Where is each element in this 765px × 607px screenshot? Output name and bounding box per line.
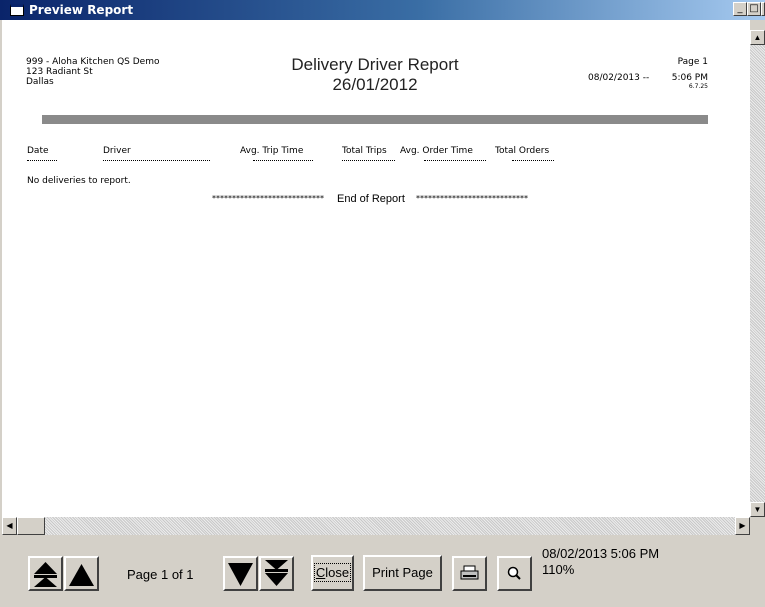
close-label-rest: lose [325, 565, 350, 580]
report-title: Delivery Driver Report [291, 55, 459, 74]
double-down-triangle-icon [265, 560, 288, 586]
printed-time: 5:06 PM [671, 73, 708, 83]
end-stars-right: **************************** [416, 194, 528, 203]
column-date: Date [27, 146, 49, 156]
column-underline [424, 160, 486, 161]
report-date: 26/01/2012 [332, 75, 418, 94]
print-page-button[interactable]: Print Page [363, 555, 442, 591]
close-button[interactable]: Close [311, 555, 354, 591]
vertical-scrollbar[interactable]: ▲ ▼ [750, 30, 765, 517]
column-driver: Driver [103, 146, 131, 156]
scroll-right-button[interactable]: ▶ [735, 517, 750, 535]
close-window-button[interactable] [761, 2, 765, 16]
print-button[interactable] [452, 556, 487, 591]
store-name: 999 - Aloha Kitchen QS Demo [26, 57, 160, 67]
scroll-left-button[interactable]: ◀ [2, 517, 17, 535]
scroll-down-button[interactable]: ▼ [750, 502, 765, 517]
column-avg-trip-time: Avg. Trip Time [240, 146, 304, 156]
header-divider-bar [42, 115, 708, 124]
magnifier-icon [507, 566, 521, 580]
page-number: Page 1 [677, 57, 708, 67]
store-city: Dallas [26, 77, 54, 87]
next-page-button[interactable] [223, 556, 258, 591]
printer-icon [460, 565, 479, 580]
minimize-button[interactable]: _ [733, 2, 747, 16]
end-stars-left: **************************** [212, 194, 324, 203]
window-icon [10, 4, 24, 16]
zoom-button[interactable] [497, 556, 532, 591]
last-page-button[interactable] [259, 556, 294, 591]
horizontal-scroll-thumb[interactable] [17, 517, 45, 535]
double-up-triangle-icon [34, 562, 57, 587]
first-page-button[interactable] [28, 556, 63, 591]
close-mnemonic: C [315, 565, 326, 580]
store-address: 123 Radiant St [26, 67, 93, 77]
column-underline [103, 160, 210, 161]
column-total-orders: Total Orders [495, 146, 550, 156]
column-total-trips: Total Trips [342, 146, 387, 156]
version-number: 6.7.25 [688, 83, 708, 90]
empty-message: No deliveries to report. [27, 176, 131, 186]
column-underline [512, 160, 554, 161]
column-underline [27, 160, 57, 161]
down-triangle-icon [228, 563, 253, 586]
status-datetime: 08/02/2013 5:06 PM [542, 546, 660, 561]
printed-date: 08/02/2013 -- [588, 73, 650, 83]
column-avg-order-time: Avg. Order Time [400, 146, 473, 156]
column-underline [342, 160, 395, 161]
zoom-level: 110% [542, 562, 575, 577]
window-title: Preview Report [29, 3, 134, 17]
horizontal-scrollbar[interactable]: ◀ ▶ [2, 517, 750, 535]
title-bar: Preview Report _ □ [0, 0, 765, 20]
up-triangle-icon [69, 564, 94, 586]
page-status: Page 1 of 1 [127, 567, 194, 582]
column-underline [253, 160, 313, 161]
maximize-button[interactable]: □ [747, 2, 761, 16]
report-preview: 999 - Aloha Kitchen QS Demo 123 Radiant … [2, 20, 750, 517]
end-of-report: End of Report [337, 193, 405, 205]
scroll-up-button[interactable]: ▲ [750, 30, 765, 45]
previous-page-button[interactable] [64, 556, 99, 591]
